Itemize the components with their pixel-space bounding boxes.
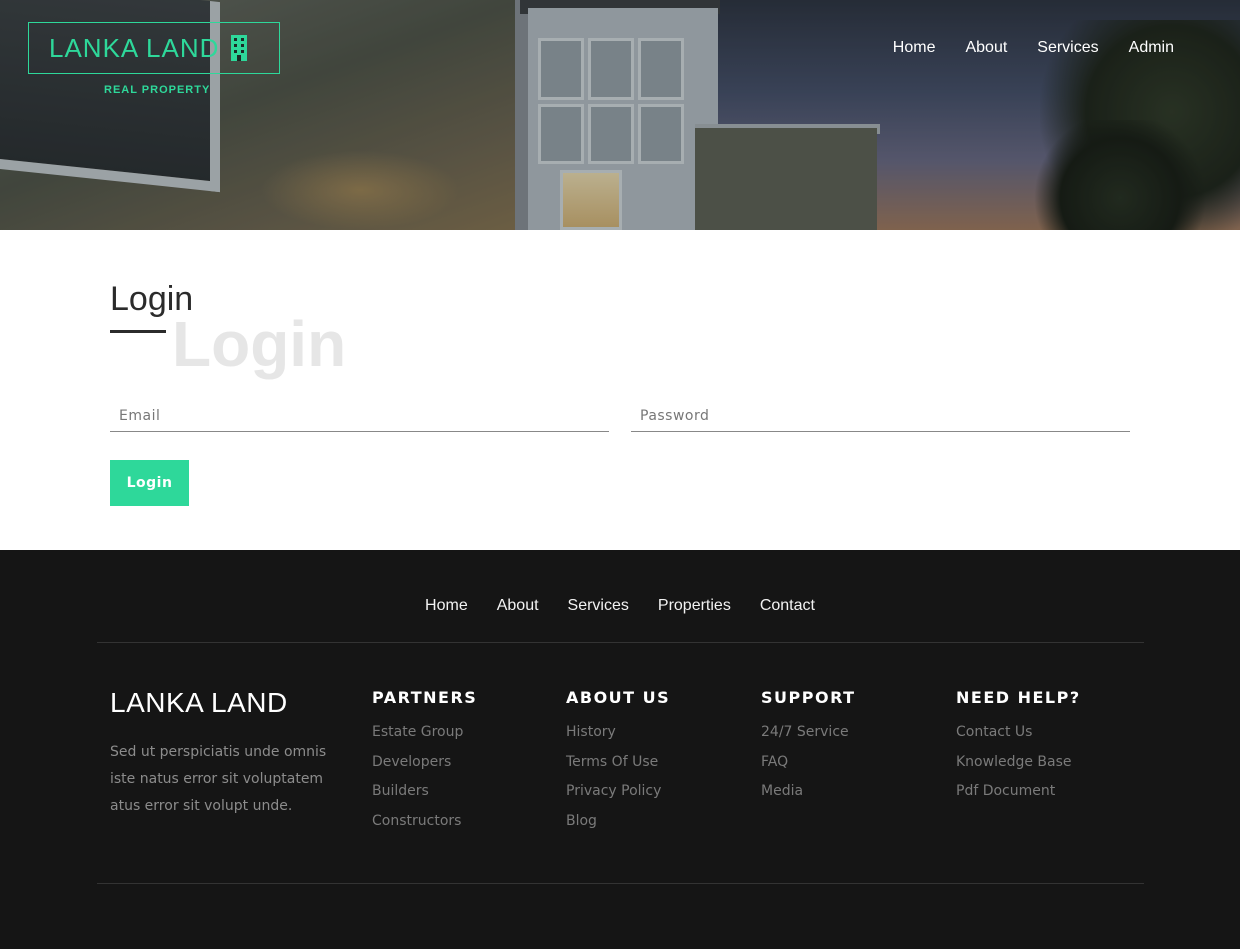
password-field-wrapper	[631, 400, 1130, 432]
footer-link-estate-group[interactable]: Estate Group	[372, 718, 552, 748]
footer-column-title: ABOUT US	[566, 688, 671, 707]
nav-link-admin[interactable]: Admin	[1129, 39, 1174, 57]
footer-link-24-7-service[interactable]: 24/7 Service	[761, 718, 941, 748]
footer-link-pdf-document[interactable]: Pdf Document	[956, 777, 1136, 807]
nav-link-home[interactable]: Home	[893, 39, 936, 57]
nav-link-services[interactable]: Services	[1037, 39, 1098, 57]
footer-link-faq[interactable]: FAQ	[761, 748, 941, 778]
footer-nav-about[interactable]: About	[497, 597, 539, 615]
footer-link-contact-us[interactable]: Contact Us	[956, 718, 1136, 748]
footer-link-privacy-policy[interactable]: Privacy Policy	[566, 777, 746, 807]
top-navigation: Home About Services Admin	[893, 39, 1174, 57]
footer-link-history[interactable]: History	[566, 718, 746, 748]
footer-brand-description: Sed ut perspiciatis unde omnis iste natu…	[110, 744, 327, 814]
nav-link-about[interactable]: About	[965, 39, 1007, 57]
footer-column-title: PARTNERS	[372, 688, 478, 707]
footer-link-blog[interactable]: Blog	[566, 807, 746, 837]
footer-link-builders[interactable]: Builders	[372, 777, 552, 807]
site-footer: Home About Services Properties Contact L…	[0, 550, 1240, 949]
footer-brand-name: LANKA LAND	[110, 687, 288, 718]
footer-column-need-help: NEED HELP? Contact Us Knowledge Base Pdf…	[956, 688, 1136, 807]
footer-link-knowledge-base[interactable]: Knowledge Base	[956, 748, 1136, 778]
footer-divider-top	[97, 642, 1144, 643]
footer-brand: LANKA LAND Sed ut perspiciatis unde omni…	[110, 687, 350, 820]
footer-divider-bottom	[97, 883, 1144, 884]
footer-link-developers[interactable]: Developers	[372, 748, 552, 778]
footer-column-support: SUPPORT 24/7 Service FAQ Media	[761, 688, 941, 807]
logo-text: LANKA LAND	[49, 32, 220, 63]
page-title: Login	[110, 280, 194, 318]
footer-column-about-us: ABOUT US History Terms Of Use Privacy Po…	[566, 688, 746, 836]
login-ghost-title: Login	[172, 308, 347, 380]
footer-link-terms-of-use[interactable]: Terms Of Use	[566, 748, 746, 778]
footer-nav-properties[interactable]: Properties	[658, 597, 731, 615]
title-underline	[110, 330, 166, 333]
email-field-wrapper	[110, 400, 609, 432]
login-button[interactable]: Login	[110, 460, 189, 506]
footer-column-partners: PARTNERS Estate Group Developers Builder…	[372, 688, 552, 836]
footer-navigation: Home About Services Properties Contact	[0, 597, 1240, 615]
footer-nav-services[interactable]: Services	[568, 597, 629, 615]
footer-column-title: NEED HELP?	[956, 688, 1081, 707]
footer-nav-contact[interactable]: Contact	[760, 597, 815, 615]
hero-header: LANKA LAND REAL PROPERTY Home About Serv…	[0, 0, 1240, 230]
footer-link-constructors[interactable]: Constructors	[372, 807, 552, 837]
password-field[interactable]	[631, 400, 1130, 431]
email-field[interactable]	[110, 400, 609, 431]
site-logo[interactable]: LANKA LAND	[28, 22, 280, 74]
login-section: Login Login Login	[0, 230, 1240, 550]
footer-column-title: SUPPORT	[761, 688, 856, 707]
footer-nav-home[interactable]: Home	[425, 597, 468, 615]
footer-link-media[interactable]: Media	[761, 777, 941, 807]
building-icon	[229, 35, 249, 61]
logo-subtitle: REAL PROPERTY	[104, 84, 211, 96]
